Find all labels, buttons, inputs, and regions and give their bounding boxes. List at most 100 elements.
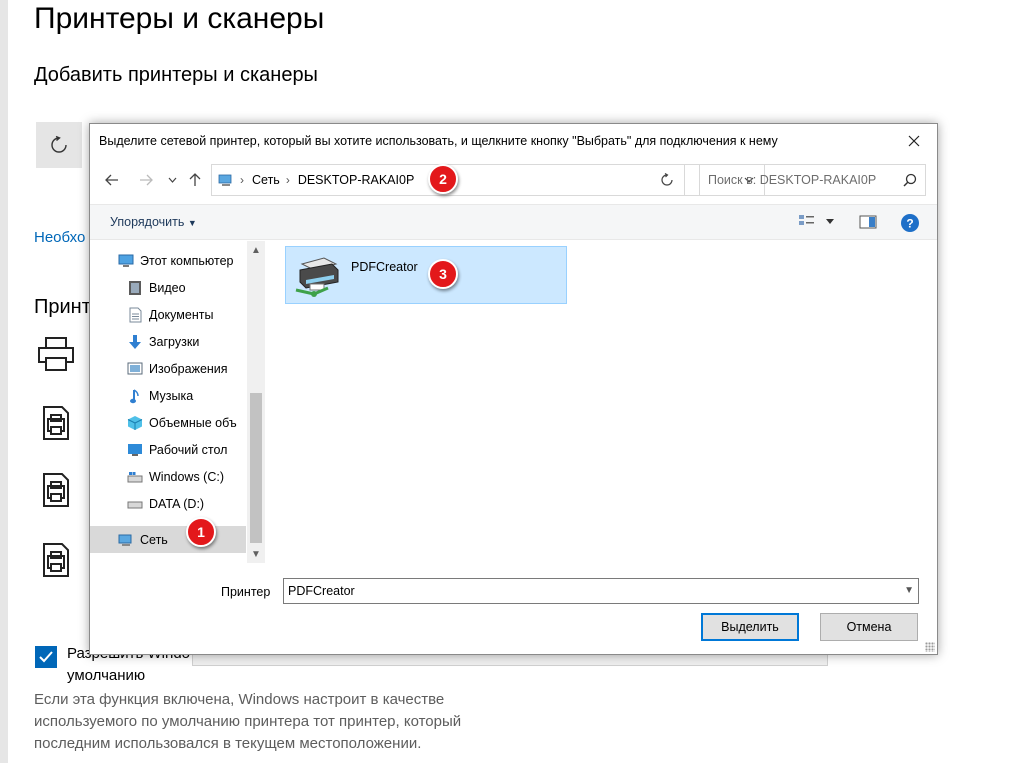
- view-options-icon[interactable]: [798, 214, 816, 230]
- printer-name-combobox[interactable]: PDFCreator ▼: [283, 578, 919, 604]
- drive-d-icon: [127, 496, 143, 512]
- refresh-icon: [660, 173, 673, 186]
- nav-item-label: Этот компьютер: [140, 253, 234, 268]
- dropdown-triangle-icon: ▼: [187, 218, 197, 228]
- documents-icon: [127, 307, 143, 323]
- navigation-bar: › Сеть › DESKTOP-RAKAI0P Поиск в: DESKTO…: [90, 160, 937, 200]
- up-button[interactable]: [186, 168, 204, 192]
- breadcrumb-computer[interactable]: DESKTOP-RAKAI0P: [298, 173, 414, 187]
- checkbox-description: Если эта функция включена, Windows настр…: [34, 691, 462, 752]
- nav-item-documents[interactable]: Документы: [90, 301, 246, 328]
- back-arrow-icon: [105, 174, 118, 186]
- refresh-icon: [51, 135, 67, 153]
- nav-item-music[interactable]: Музыка: [90, 382, 246, 409]
- drive-c-icon: [127, 469, 143, 485]
- network-printer-icon: [295, 257, 339, 297]
- annotation-badge-3: 3: [428, 259, 458, 289]
- nav-item-label: Изображения: [149, 361, 228, 376]
- preview-pane-icon[interactable]: [859, 214, 877, 230]
- desktop-icon: [127, 442, 143, 458]
- add-printers-heading: Добавить принтеры и сканеры: [34, 64, 318, 86]
- nav-item-label: Объемные объ: [149, 415, 237, 430]
- view-dropdown-icon[interactable]: [826, 219, 834, 225]
- nav-item-network[interactable]: Сеть: [90, 526, 246, 553]
- computer-icon: [118, 253, 134, 269]
- printer-name-row: Принтер PDFCreator ▼: [90, 576, 937, 608]
- breadcrumb-network[interactable]: Сеть: [252, 173, 280, 187]
- nav-item-drive-d[interactable]: DATA (D:): [90, 490, 246, 517]
- nav-item-drive-c[interactable]: Windows (C:): [90, 463, 246, 490]
- help-link[interactable]: Необхо: [34, 229, 85, 246]
- nav-item-desktop[interactable]: Рабочий стол: [90, 436, 246, 463]
- nav-item-video[interactable]: Видео: [90, 274, 246, 301]
- scroll-up-icon[interactable]: ▲: [247, 241, 265, 259]
- annotation-badge-1: 1: [186, 517, 216, 547]
- recent-locations-button[interactable]: [164, 168, 180, 192]
- printers-heading: Принт: [34, 296, 91, 318]
- close-button[interactable]: [891, 124, 937, 158]
- select-button[interactable]: Выделить: [701, 613, 799, 641]
- nav-item-label: Сеть: [140, 532, 168, 547]
- video-icon: [127, 280, 143, 296]
- music-icon: [127, 388, 143, 404]
- organize-menu[interactable]: Упорядочить ▼: [110, 215, 197, 229]
- printer-label: Принтер: [221, 585, 271, 599]
- chevron-down-icon[interactable]: ▼: [904, 585, 914, 596]
- nav-item-label: Музыка: [149, 388, 194, 403]
- search-placeholder: Поиск в: DESKTOP-RAKAI0P: [708, 173, 877, 187]
- up-arrow-icon: [189, 173, 201, 186]
- resize-grip-icon[interactable]: [925, 642, 935, 652]
- annotation-badge-2: 2: [428, 164, 458, 194]
- page-title: Принтеры и сканеры: [34, 2, 325, 35]
- nav-item-pictures[interactable]: Изображения: [90, 355, 246, 382]
- nav-item-this-pc[interactable]: Этот компьютер: [90, 247, 246, 274]
- nav-item-label: Загрузки: [149, 334, 200, 349]
- navigation-pane: Этот компьютер Видео Документы Загрузки …: [90, 241, 266, 563]
- select-printer-dialog: Выделите сетевой принтер, который вы хот…: [89, 123, 938, 655]
- add-printer-refresh-button[interactable]: [36, 122, 82, 168]
- help-icon[interactable]: ?: [900, 213, 920, 233]
- file-item-pdfcreator[interactable]: PDFCreator: [285, 246, 567, 304]
- search-input[interactable]: Поиск в: DESKTOP-RAKAI0P: [699, 164, 926, 196]
- default-printer-checkbox[interactable]: [35, 646, 57, 668]
- window-left-edge: [0, 0, 8, 763]
- cancel-button[interactable]: Отмена: [820, 613, 918, 641]
- breadcrumb-separator-icon: ›: [285, 173, 290, 187]
- nav-item-label: Документы: [149, 307, 214, 322]
- nav-scrollbar[interactable]: ▲ ▼: [247, 241, 265, 563]
- fax-printer-icon: [43, 473, 69, 507]
- checkmark-icon: [39, 651, 53, 663]
- fax-printer-icon: [43, 543, 69, 577]
- command-bar: Упорядочить ▼ ?: [90, 204, 937, 240]
- nav-item-label: DATA (D:): [149, 496, 205, 511]
- nav-item-label: Рабочий стол: [149, 442, 228, 457]
- nav-item-downloads[interactable]: Загрузки: [90, 328, 246, 355]
- network-icon: [218, 174, 232, 186]
- pictures-icon: [127, 361, 143, 377]
- search-icon: [903, 173, 917, 187]
- checkbox-label-cont: умолчанию: [67, 667, 146, 684]
- nav-item-3d-objects[interactable]: Объемные объ: [90, 409, 246, 436]
- downloads-icon: [127, 334, 143, 350]
- printer-name-value: PDFCreator: [288, 584, 355, 598]
- close-icon: [908, 135, 920, 147]
- breadcrumb-separator-icon: ›: [240, 173, 244, 187]
- svg-text:?: ?: [906, 217, 913, 231]
- organize-label: Упорядочить: [110, 215, 185, 229]
- scroll-down-icon[interactable]: ▼: [247, 545, 265, 563]
- fax-printer-icon: [43, 406, 69, 440]
- network-icon: [118, 532, 134, 548]
- file-list: PDFCreator: [268, 241, 937, 563]
- refresh-button[interactable]: [649, 164, 685, 196]
- scroll-thumb[interactable]: [250, 393, 262, 543]
- file-item-label: PDFCreator: [351, 260, 418, 274]
- back-button[interactable]: [102, 168, 122, 192]
- nav-item-label: Windows (C:): [149, 469, 225, 484]
- nav-item-label: Видео: [149, 280, 186, 295]
- forward-arrow-icon: [140, 174, 153, 186]
- dialog-title: Выделите сетевой принтер, который вы хот…: [99, 134, 778, 148]
- forward-button[interactable]: [136, 168, 156, 192]
- printer-icon: [38, 337, 74, 371]
- chevron-down-icon: [168, 177, 176, 183]
- 3d-objects-icon: [127, 415, 143, 431]
